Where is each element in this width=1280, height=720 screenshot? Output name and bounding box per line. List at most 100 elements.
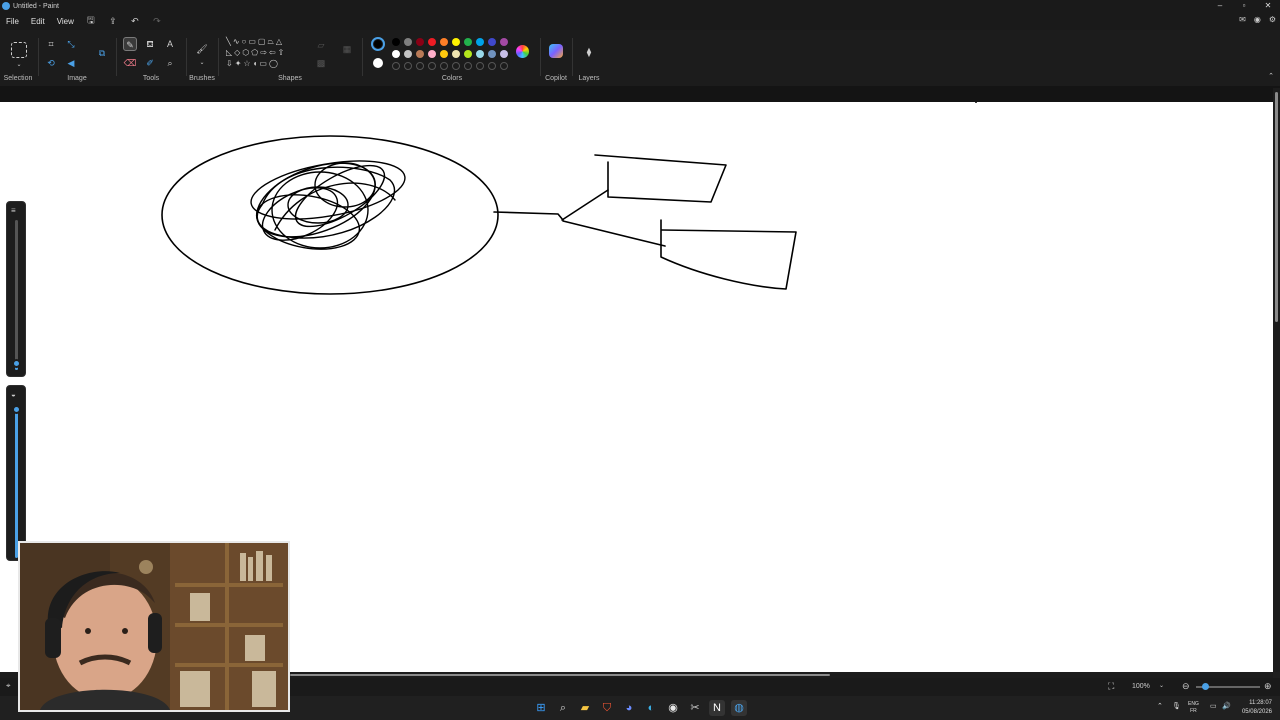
pencil-icon[interactable]: ✎ [123,37,137,51]
crop-icon[interactable]: ⌗ [44,37,58,51]
tray-chevron-icon[interactable]: ⌃ [1157,702,1163,710]
save-icon[interactable]: 🖫 [80,13,102,29]
image-select-icon[interactable]: ⧉ [95,46,109,60]
flip-icon[interactable]: ◀ [64,56,78,70]
start-icon[interactable]: ⊞ [533,700,549,716]
zoom-level[interactable]: 100% [1132,683,1150,690]
resize-icon[interactable]: ⤡ [64,37,78,51]
color-swatch[interactable] [392,50,400,58]
scroll-thumb[interactable] [290,674,830,676]
color-swatch[interactable] [500,50,508,58]
color-swatch[interactable] [404,50,412,58]
brush-icon[interactable]: 🖌 [195,42,209,56]
scroll-thumb[interactable] [1275,92,1278,322]
custom-color-slot[interactable] [428,62,436,70]
color-swatch[interactable] [476,50,484,58]
color-swatch[interactable] [416,38,424,46]
chevron-down-icon[interactable]: ⌄ [12,58,26,72]
outline-icon[interactable]: ▱ [314,38,328,52]
color-swatch[interactable] [452,38,460,46]
eraser-icon[interactable]: ⌫ [123,56,137,70]
custom-color-slot[interactable] [500,62,508,70]
paint-app-icon [2,2,10,10]
color-swatch[interactable] [464,50,472,58]
undo-icon[interactable]: ↶ [124,16,146,27]
brave-browser-icon[interactable]: ⛉ [599,700,615,716]
clock[interactable]: 11:28:07 05/08/2026 [1242,699,1272,717]
paint-taskbar-icon[interactable]: ◍ [731,700,747,716]
custom-color-slot[interactable] [464,62,472,70]
minimize-button[interactable]: – [1208,0,1232,12]
brush-size-slider[interactable]: ≡ [6,201,26,377]
color-swatch[interactable] [500,38,508,46]
custom-color-slot[interactable] [440,62,448,70]
search-icon[interactable]: ⌕ [555,700,571,716]
rotate-icon[interactable]: ⟲ [44,56,58,70]
color-swatch[interactable] [440,50,448,58]
custom-color-slot[interactable] [404,62,412,70]
chevron-down-icon[interactable]: ⌄ [1159,682,1164,689]
zoom-out-icon[interactable]: ⊖ [1182,681,1190,692]
fill-shape-icon[interactable]: ▦ [340,42,354,56]
connector-line [493,211,564,221]
custom-color-slot[interactable] [392,62,400,70]
redo-icon[interactable]: ↷ [146,16,168,27]
color-picker-icon[interactable]: ✐ [143,56,157,70]
discord-icon[interactable]: ◕ [621,700,637,716]
fill-icon[interactable]: ⛾ [143,37,157,51]
menu-edit[interactable]: Edit [25,17,51,26]
color-swatch[interactable] [416,50,424,58]
feedback-icon[interactable]: ✉ [1239,15,1246,24]
color-swatch[interactable] [452,50,460,58]
vertical-scrollbar[interactable] [1273,88,1280,672]
fit-to-window-icon[interactable]: ⛶ [1108,681,1114,692]
shapes-gallery[interactable]: ╲∿○▭▢⏢△ ◺◇⬡⬠⇨⇦⇧ ⇩✦☆◖▭◯ [226,36,308,69]
menu-file[interactable]: File [0,17,25,26]
share-icon[interactable]: ⇪ [102,16,124,27]
menu-view[interactable]: View [51,17,80,26]
divider [116,38,117,76]
snipping-tool-icon[interactable]: ✂ [687,700,703,716]
language-indicator[interactable]: ENG FR [1188,701,1199,715]
collapse-ribbon-icon[interactable]: ⌃ [1264,70,1278,84]
color-swatch[interactable] [428,50,436,58]
custom-color-slot[interactable] [488,62,496,70]
chevron-down-icon[interactable]: ⌄ [195,56,209,70]
primary-color-swatch[interactable] [371,37,385,51]
network-icon[interactable]: ▭ [1210,702,1217,710]
color-swatch[interactable] [464,38,472,46]
color-swatch[interactable] [428,38,436,46]
secondary-color-swatch[interactable] [373,58,383,68]
color-swatch[interactable] [440,38,448,46]
zoom-in-icon[interactable]: ⊕ [1264,681,1272,692]
slider-knob[interactable] [12,405,21,414]
close-button[interactable]: ✕ [1256,0,1280,12]
shape-fill-icon[interactable]: ▩ [314,56,328,70]
color-swatch[interactable] [476,38,484,46]
copilot-icon[interactable] [549,44,563,58]
edit-colors-icon[interactable] [516,45,529,58]
maximize-button[interactable]: ▫ [1232,0,1256,12]
volume-icon[interactable]: 🔊 [1222,702,1231,710]
opacity-slider[interactable]: ◒ [6,385,26,561]
edge-icon[interactable]: ◐ [643,700,659,716]
color-swatch[interactable] [392,38,400,46]
zoom-slider-knob[interactable] [1202,683,1209,690]
notion-icon[interactable]: N [709,700,725,716]
color-swatch[interactable] [404,38,412,46]
text-icon[interactable]: A [163,37,177,51]
color-swatch[interactable] [488,38,496,46]
settings-icon[interactable]: ⚙ [1269,15,1276,24]
file-explorer-icon[interactable]: ▰ [577,700,593,716]
custom-color-slot[interactable] [416,62,424,70]
custom-color-slot[interactable] [476,62,484,70]
chrome-icon[interactable]: ◉ [665,700,681,716]
account-icon[interactable]: ◉ [1254,15,1261,24]
custom-color-slot[interactable] [452,62,460,70]
microphone-icon[interactable]: 🎙 [1172,702,1181,710]
layers-icon[interactable]: ⧫ [582,45,596,59]
select-icon[interactable] [11,42,27,58]
slider-knob[interactable] [12,359,21,368]
color-swatch[interactable] [488,50,496,58]
magnifier-icon[interactable]: ⌕ [163,56,177,70]
